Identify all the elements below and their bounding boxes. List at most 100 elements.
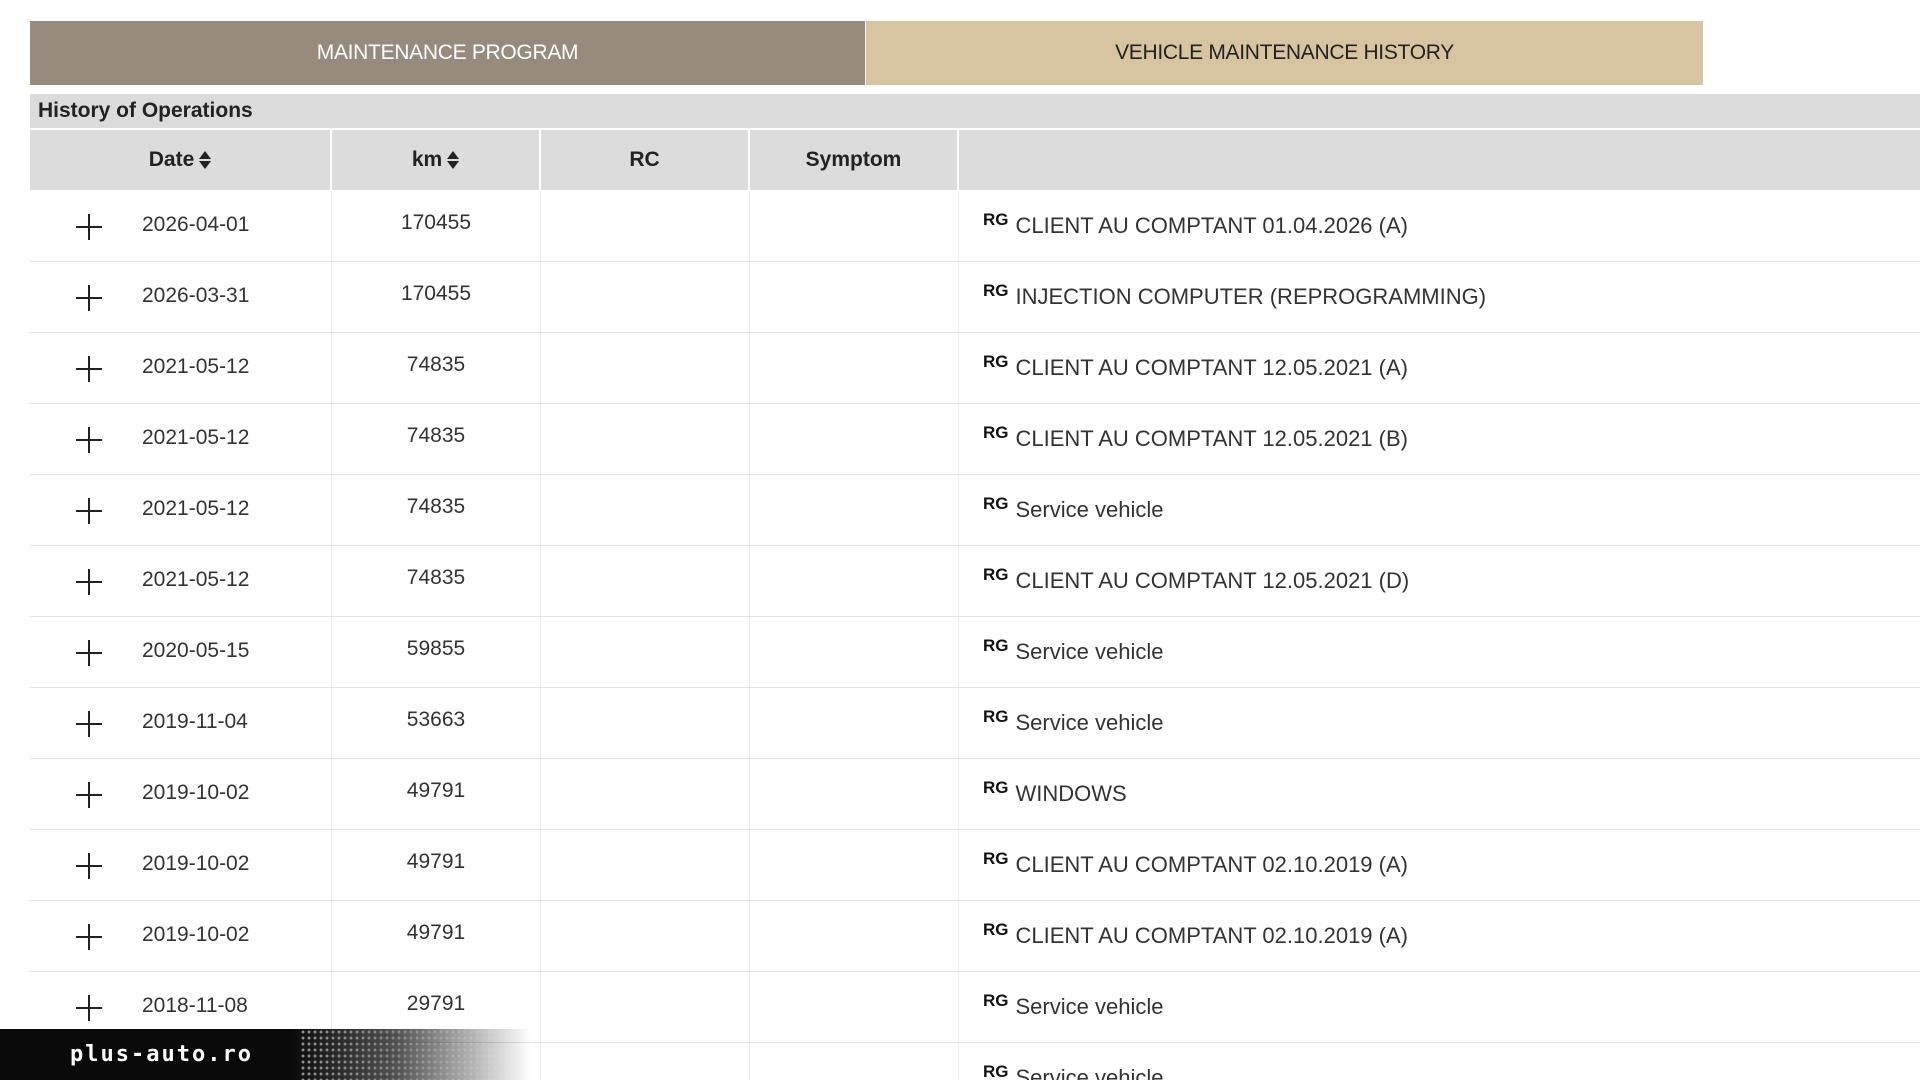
expand-plus-icon[interactable] xyxy=(76,427,102,453)
expand-plus-icon[interactable] xyxy=(76,498,102,524)
cell-symptom xyxy=(750,759,959,829)
cell-km: 170455 xyxy=(332,191,541,261)
description-text: WINDOWS xyxy=(1015,781,1127,806)
date-value: 2019-10-02 xyxy=(142,923,250,946)
description-text: CLIENT AU COMPTANT 01.04.2026 (A) xyxy=(1015,213,1408,238)
expand-plus-icon[interactable] xyxy=(76,782,102,808)
expand-plus-icon[interactable] xyxy=(76,640,102,666)
date-value: 2019-10-02 xyxy=(142,781,250,804)
column-header-symptom-label: Symptom xyxy=(805,148,902,171)
table-body: 2026-04-01 170455 RG CLIENT AU COMPTANT 01.… xyxy=(30,191,1920,1080)
cell-rc xyxy=(541,546,750,616)
cell-symptom xyxy=(750,546,959,616)
description-text: Service vehicle xyxy=(1015,497,1164,522)
cell-date: 2019-10-02 xyxy=(30,830,332,900)
date-value: 2021-05-12 xyxy=(142,355,250,378)
date-value: 2021-05-12 xyxy=(142,497,250,520)
rg-tag: RG xyxy=(983,849,1009,868)
cell-km: 49791 xyxy=(332,901,541,971)
cell-rc xyxy=(541,830,750,900)
date-value: 2021-05-12 xyxy=(142,568,250,591)
table-row[interactable]: 2026-03-31 170455 RG INJECTION COMPUTER (RE… xyxy=(30,262,1920,333)
cell-symptom xyxy=(750,617,959,687)
description-text: CLIENT AU COMPTANT 12.05.2021 (A) xyxy=(1015,355,1408,380)
column-header-date-label: Date xyxy=(148,148,195,171)
table-row[interactable]: 2019-10-02 49791 RG CLIENT AU COMPTANT 02.1… xyxy=(30,901,1920,972)
column-header-description xyxy=(959,130,1920,190)
description-text: CLIENT AU COMPTANT 02.10.2019 (A) xyxy=(1015,923,1408,948)
cell-symptom xyxy=(750,972,959,1042)
cell-rc xyxy=(541,191,750,261)
description-text: CLIENT AU COMPTANT 02.10.2019 (A) xyxy=(1015,852,1408,877)
cell-description: RG Service vehicle xyxy=(959,617,1920,687)
cell-km: 74835 xyxy=(332,404,541,474)
cell-rc xyxy=(541,688,750,758)
expand-plus-icon[interactable] xyxy=(76,924,102,950)
cell-date: 2026-03-31 xyxy=(30,262,332,332)
watermark-text: plus-auto.ro xyxy=(70,1042,253,1067)
description-text: Service vehicle xyxy=(1015,994,1164,1019)
expand-plus-icon[interactable] xyxy=(76,569,102,595)
cell-rc xyxy=(541,262,750,332)
cell-date: 2021-05-12 xyxy=(30,333,332,403)
rg-tag: RG xyxy=(983,352,1009,371)
table-header: Date km RC Symptom xyxy=(30,130,1920,190)
cell-km: 53663 xyxy=(332,688,541,758)
date-value: 2026-03-31 xyxy=(142,284,250,307)
cell-date: 2019-10-02 xyxy=(30,901,332,971)
cell-description: RG Service vehicle xyxy=(959,688,1920,758)
cell-km: 170455 xyxy=(332,262,541,332)
cell-symptom xyxy=(750,191,959,261)
table-row[interactable]: 2020-05-15 59855 RG Service vehicle xyxy=(30,617,1920,688)
rg-tag: RG xyxy=(983,778,1009,797)
table-row[interactable]: 2021-05-12 74835 RG CLIENT AU COMPTANT 12.0… xyxy=(30,546,1920,617)
watermark-dot-pattern xyxy=(300,1029,530,1080)
rg-tag: RG xyxy=(983,1062,1009,1080)
expand-plus-icon[interactable] xyxy=(76,711,102,737)
table-row[interactable]: 2026-04-01 170455 RG CLIENT AU COMPTANT 01.… xyxy=(30,191,1920,262)
description-text: CLIENT AU COMPTANT 12.05.2021 (D) xyxy=(1015,568,1410,593)
cell-date: 2021-05-12 xyxy=(30,404,332,474)
date-value: 2026-04-01 xyxy=(142,213,250,236)
sort-icon[interactable] xyxy=(199,151,212,169)
column-header-km-label: km xyxy=(411,148,443,171)
rg-tag: RG xyxy=(983,423,1009,442)
table-row[interactable]: 2019-11-04 53663 RG Service vehicle xyxy=(30,688,1920,759)
cell-date: 2019-11-04 xyxy=(30,688,332,758)
cell-symptom xyxy=(750,688,959,758)
table-row[interactable]: 2021-05-12 74835 RG CLIENT AU COMPTANT 12.0… xyxy=(30,404,1920,475)
cell-km: 74835 xyxy=(332,333,541,403)
table-row[interactable]: 2021-05-12 74835 RG Service vehicle xyxy=(30,475,1920,546)
cell-km: 49791 xyxy=(332,830,541,900)
rg-tag: RG xyxy=(983,565,1009,584)
date-value: 2019-11-04 xyxy=(142,710,248,733)
expand-plus-icon[interactable] xyxy=(76,853,102,879)
cell-rc xyxy=(541,333,750,403)
table-row[interactable]: 2019-10-02 49791 RG WINDOWS xyxy=(30,759,1920,830)
date-value: 2018-11-08 xyxy=(142,994,248,1017)
column-header-date[interactable]: Date xyxy=(30,130,332,190)
sort-icon[interactable] xyxy=(447,151,460,169)
expand-plus-icon[interactable] xyxy=(76,285,102,311)
expand-plus-icon[interactable] xyxy=(76,995,102,1021)
expand-plus-icon[interactable] xyxy=(76,214,102,240)
table-row[interactable]: 2021-05-12 74835 RG CLIENT AU COMPTANT 12.0… xyxy=(30,333,1920,404)
cell-date: 2026-04-01 xyxy=(30,191,332,261)
description-text: Service vehicle xyxy=(1015,1065,1164,1080)
rg-tag: RG xyxy=(983,281,1009,300)
cell-description: RG CLIENT AU COMPTANT 02.10.2019 (A) xyxy=(959,901,1920,971)
cell-symptom xyxy=(750,901,959,971)
cell-rc xyxy=(541,617,750,687)
date-value: 2020-05-15 xyxy=(142,639,250,662)
column-header-km[interactable]: km xyxy=(332,130,541,190)
table-row[interactable]: 2019-10-02 49791 RG CLIENT AU COMPTANT 02.1… xyxy=(30,830,1920,901)
description-text: CLIENT AU COMPTANT 12.05.2021 (B) xyxy=(1015,426,1408,451)
expand-plus-icon[interactable] xyxy=(76,356,102,382)
cell-description: RG CLIENT AU COMPTANT 12.05.2021 (B) xyxy=(959,404,1920,474)
tab-vehicle-maintenance-history[interactable]: VEHICLE MAINTENANCE HISTORY xyxy=(866,21,1703,85)
cell-symptom xyxy=(750,262,959,332)
cell-date: 2021-05-12 xyxy=(30,475,332,545)
cell-rc xyxy=(541,404,750,474)
tab-maintenance-program[interactable]: MAINTENANCE PROGRAM xyxy=(30,21,865,85)
cell-symptom xyxy=(750,404,959,474)
